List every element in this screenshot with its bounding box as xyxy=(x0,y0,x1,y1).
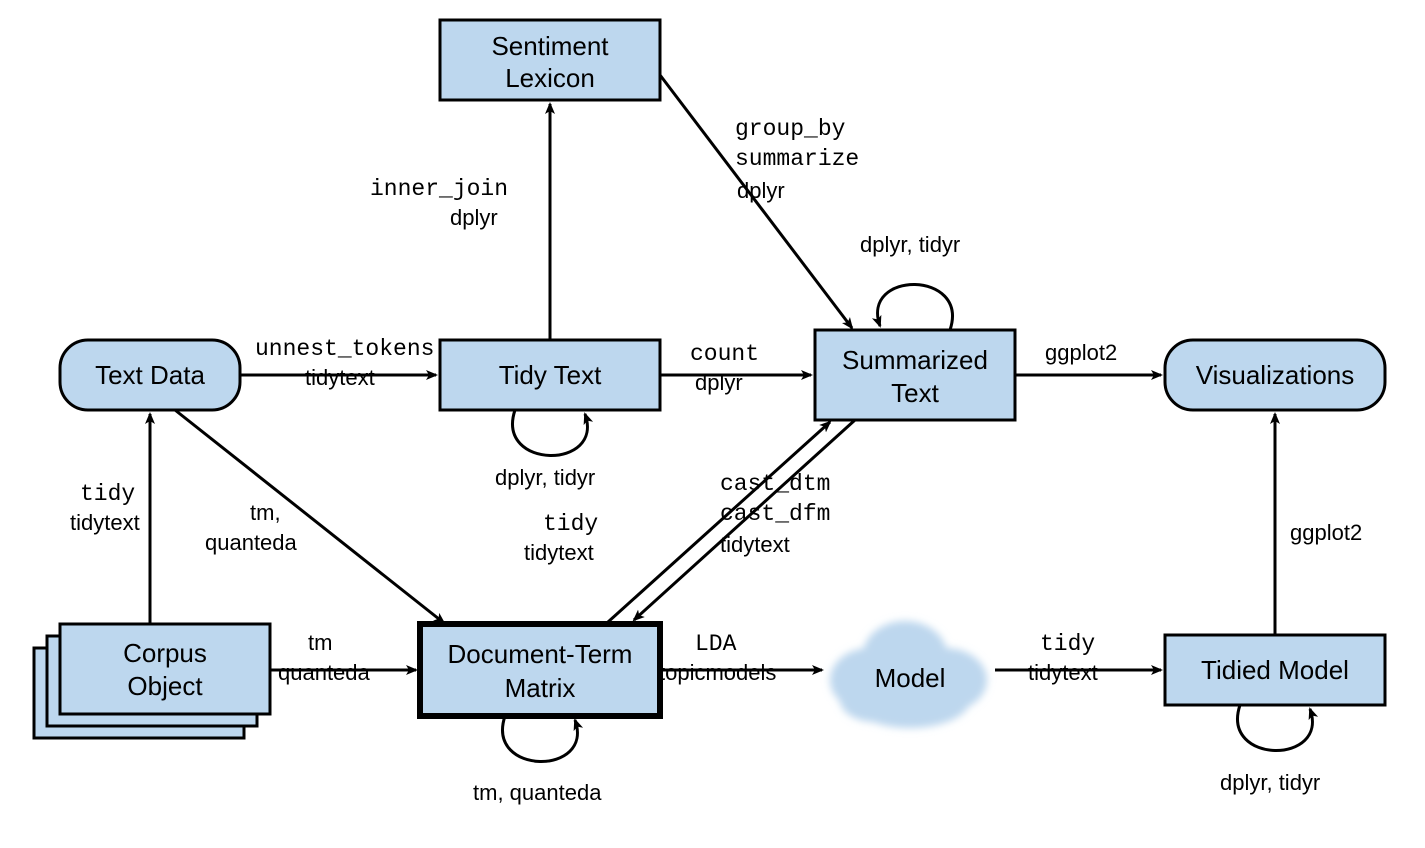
svg-text:LDA: LDA xyxy=(695,631,737,657)
svg-text:tm,: tm, xyxy=(250,500,281,525)
svg-text:Tidied Model: Tidied Model xyxy=(1201,655,1349,685)
svg-text:Text: Text xyxy=(891,378,939,408)
svg-text:tidytext: tidytext xyxy=(720,532,790,557)
svg-text:summarize: summarize xyxy=(735,146,859,172)
node-sentiment-lexicon: Sentiment Lexicon xyxy=(440,20,660,100)
edge-textdata-to-tidytext: unnest_tokens tidytext xyxy=(240,336,436,390)
svg-text:tidytext: tidytext xyxy=(524,540,594,565)
selfloop-dtm: tm, quanteda xyxy=(473,716,602,805)
svg-text:dplyr: dplyr xyxy=(695,370,743,395)
svg-text:Tidy Text: Tidy Text xyxy=(499,360,602,390)
edge-textdata-to-dtm: tm, quanteda xyxy=(175,410,444,623)
svg-text:inner_join: inner_join xyxy=(370,176,508,202)
edge-tidytext-to-sentiment: inner_join dplyr xyxy=(370,104,550,340)
svg-text:dplyr, tidyr: dplyr, tidyr xyxy=(1220,770,1320,795)
flowchart-diagram: Sentiment Lexicon Text Data Tidy Text Su… xyxy=(0,0,1425,848)
svg-text:ggplot2: ggplot2 xyxy=(1290,520,1362,545)
svg-text:dplyr: dplyr xyxy=(737,178,785,203)
selfloop-summarized: dplyr, tidyr xyxy=(860,232,960,330)
svg-text:Document-Term: Document-Term xyxy=(448,639,633,669)
node-model: Model xyxy=(830,621,987,728)
svg-text:Lexicon: Lexicon xyxy=(505,63,595,93)
svg-text:ggplot2: ggplot2 xyxy=(1045,340,1117,365)
selfloop-tidy-text: dplyr, tidyr xyxy=(495,410,595,490)
svg-text:unnest_tokens: unnest_tokens xyxy=(255,336,434,362)
svg-text:tm, quanteda: tm, quanteda xyxy=(473,780,602,805)
svg-text:group_by: group_by xyxy=(735,116,846,142)
edge-summarized-to-viz: ggplot2 xyxy=(1015,340,1161,375)
svg-text:Text Data: Text Data xyxy=(95,360,205,390)
node-corpus-object: Corpus Object xyxy=(34,624,270,738)
svg-text:dplyr, tidyr: dplyr, tidyr xyxy=(495,465,595,490)
node-summarized-text: Summarized Text xyxy=(815,330,1015,420)
edge-dtm-to-model: LDA topicmodels xyxy=(659,631,822,685)
svg-text:tidytext: tidytext xyxy=(1028,660,1098,685)
edge-corpus-to-dtm: tm quanteda xyxy=(270,630,416,685)
node-tidied-model: Tidied Model xyxy=(1165,635,1385,705)
node-visualizations: Visualizations xyxy=(1165,340,1385,410)
svg-text:tidytext: tidytext xyxy=(305,365,375,390)
svg-text:Model: Model xyxy=(875,663,946,693)
node-text-data: Text Data xyxy=(60,340,240,410)
svg-text:dplyr, tidyr: dplyr, tidyr xyxy=(860,232,960,257)
svg-text:topicmodels: topicmodels xyxy=(659,660,776,685)
svg-text:tidy: tidy xyxy=(543,511,598,537)
node-tidy-text: Tidy Text xyxy=(440,340,660,410)
svg-text:Matrix: Matrix xyxy=(505,673,576,703)
svg-text:Visualizations: Visualizations xyxy=(1196,360,1355,390)
svg-text:tidy: tidy xyxy=(1040,631,1095,657)
edge-tidytext-to-summarized: count dplyr xyxy=(660,341,811,395)
svg-text:tm: tm xyxy=(308,630,332,655)
svg-text:cast_dtm: cast_dtm xyxy=(720,471,830,497)
edge-sentiment-to-summarized: group_by summarize dplyr xyxy=(660,75,859,328)
svg-text:tidytext: tidytext xyxy=(70,510,140,535)
edge-model-to-tidied: tidy tidytext xyxy=(995,631,1161,685)
svg-text:tidy: tidy xyxy=(80,481,135,507)
svg-text:cast_dfm: cast_dfm xyxy=(720,501,830,527)
selfloop-tidied-model: dplyr, tidyr xyxy=(1220,705,1320,795)
edge-tidied-to-viz: ggplot2 xyxy=(1275,414,1362,635)
svg-text:Corpus: Corpus xyxy=(123,638,207,668)
node-document-term-matrix: Document-Term Matrix xyxy=(420,624,660,716)
edge-summarized-to-dtm: cast_dtm cast_dfm tidytext xyxy=(634,420,855,620)
svg-text:Sentiment: Sentiment xyxy=(491,31,609,61)
svg-text:quanteda: quanteda xyxy=(205,530,298,555)
svg-text:Object: Object xyxy=(127,671,203,701)
svg-text:quanteda: quanteda xyxy=(278,660,371,685)
edge-corpus-to-textdata: tidy tidytext xyxy=(70,414,150,624)
svg-text:count: count xyxy=(690,341,759,367)
svg-text:Summarized: Summarized xyxy=(842,345,988,375)
svg-text:dplyr: dplyr xyxy=(450,205,498,230)
